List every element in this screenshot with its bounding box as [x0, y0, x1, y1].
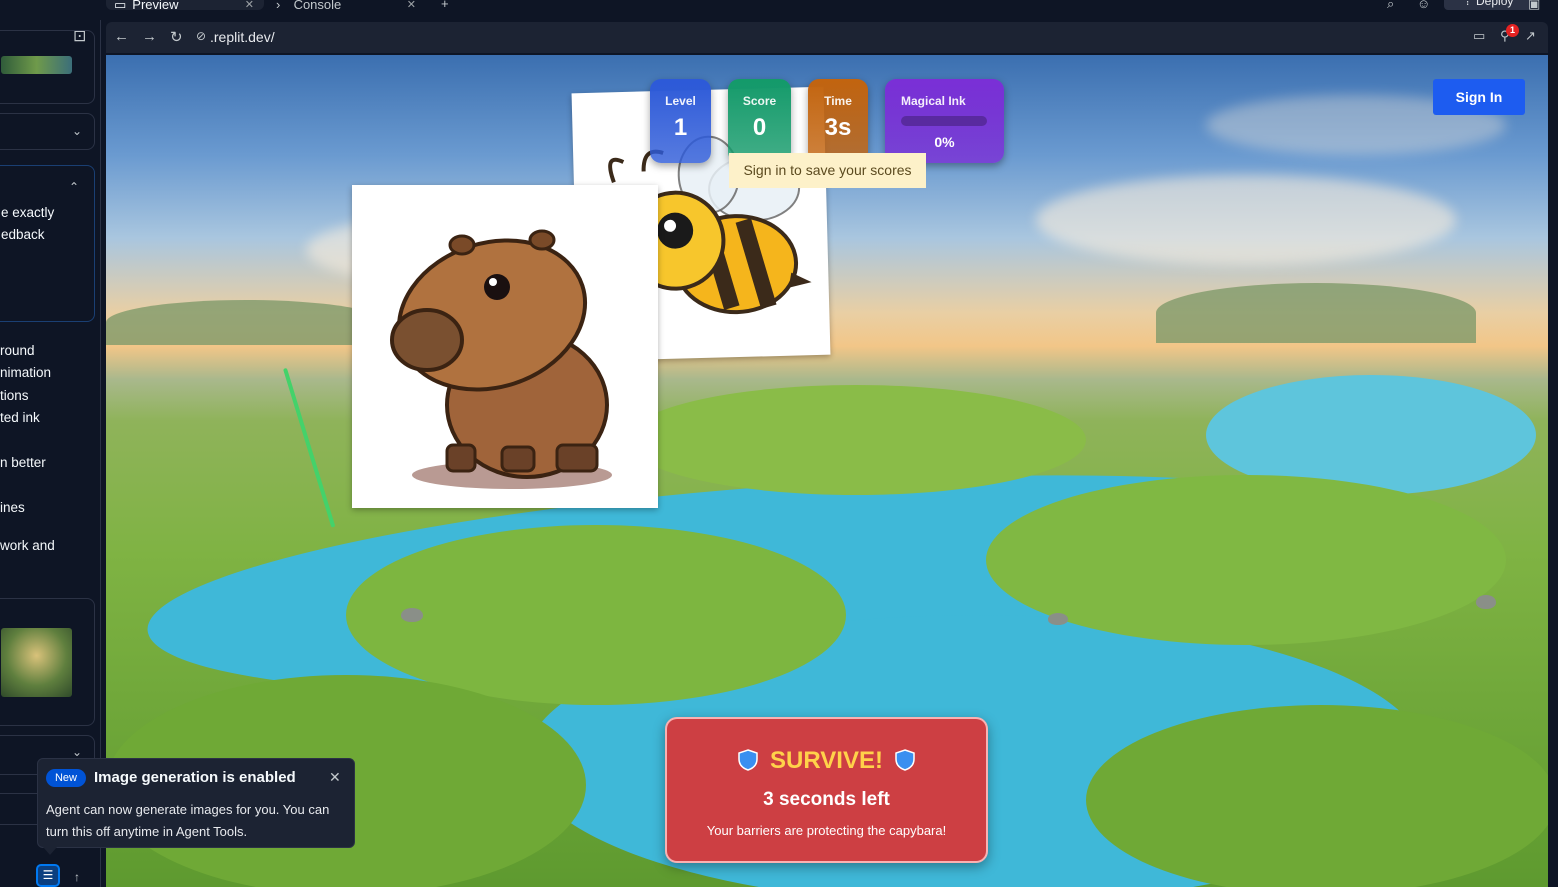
- expanded-section: ⌃ e exactly edback: [0, 165, 95, 322]
- capybara-illustration: [390, 229, 612, 489]
- chevron-up-icon[interactable]: ⌃: [69, 180, 79, 194]
- close-icon[interactable]: ✕: [329, 769, 341, 786]
- magical-ink-stat: Magical Ink 0%: [885, 79, 1004, 163]
- time-value: 3s: [824, 114, 852, 141]
- survive-title: SURVIVE!: [770, 747, 883, 774]
- plus-icon[interactable]: +: [441, 0, 449, 11]
- back-arrow-icon[interactable]: ←: [114, 28, 129, 45]
- collapsed-section[interactable]: ⌄: [0, 113, 95, 150]
- shield-icon: [738, 749, 758, 771]
- stone: [1476, 595, 1496, 609]
- preview-icon: ▭: [114, 0, 127, 10]
- link-icon: ⊘: [196, 29, 207, 43]
- sidebar-line: edback: [1, 227, 45, 242]
- toast-title: Image generation is enabled: [94, 769, 296, 786]
- sidebar-line: n better: [0, 455, 46, 470]
- top-tab-bar: ▭ Preview ✕ ›_ Console ✕ + ⌕ ☺ ⇡ Deploy …: [0, 0, 1558, 20]
- time-stat: Time 3s: [808, 79, 868, 163]
- new-badge: New: [46, 769, 86, 787]
- sign-in-button[interactable]: Sign In: [1433, 79, 1525, 115]
- sidebar-line: work and: [0, 538, 55, 553]
- time-label: Time: [824, 94, 852, 108]
- tab-label: Preview: [132, 0, 179, 10]
- ink-label: Magical Ink: [901, 94, 966, 108]
- tab-preview[interactable]: ▭ Preview ✕: [106, 0, 264, 10]
- capybara-card: [352, 185, 658, 508]
- image-generation-toast: New Image generation is enabled ✕ Agent …: [37, 758, 355, 848]
- notification-badge: 1: [1506, 24, 1519, 37]
- deploy-label: Deploy: [1476, 0, 1514, 8]
- agent-sidebar: ⊡ ⌄ ⌃ e exactly edback round nimation ti…: [0, 20, 101, 887]
- survive-title-row: SURVIVE!: [667, 747, 986, 775]
- game-thumbnail[interactable]: [1, 628, 72, 697]
- sign-in-tooltip: Sign in to save your scores: [729, 153, 926, 188]
- console-icon: ›_: [276, 0, 288, 10]
- hill: [106, 300, 386, 345]
- shield-icon: [895, 749, 915, 771]
- ink-value: 0%: [934, 134, 955, 150]
- hill: [1156, 283, 1476, 343]
- forward-arrow-icon[interactable]: →: [142, 28, 157, 45]
- sliders-icon: ☰: [42, 868, 54, 882]
- sidebar-line: ines: [0, 500, 25, 515]
- rocket-icon: ⇡: [1462, 0, 1473, 8]
- grass-island: [1086, 705, 1548, 887]
- toast-body: Agent can now generate images for you. Y…: [46, 802, 330, 839]
- message-card: [0, 30, 95, 104]
- chevron-down-icon[interactable]: ⌄: [72, 124, 82, 138]
- close-icon[interactable]: ✕: [407, 0, 416, 10]
- cloud: [1036, 175, 1456, 265]
- level-stat: Level 1: [650, 79, 711, 163]
- close-icon[interactable]: ✕: [245, 0, 254, 10]
- arrow-up-icon[interactable]: ↑: [74, 870, 80, 884]
- level-value: 1: [673, 114, 688, 141]
- sidebar-line: tions: [0, 388, 29, 403]
- sidebar-line: nimation: [0, 365, 52, 380]
- url-field[interactable]: .replit.dev/: [210, 29, 275, 45]
- tab-console[interactable]: ›_ Console ✕: [268, 0, 426, 10]
- stone: [401, 608, 423, 622]
- external-link-icon[interactable]: ↗: [1525, 28, 1536, 44]
- layout-icon[interactable]: ▣: [1528, 0, 1540, 12]
- score-label: Score: [742, 94, 777, 108]
- sidebar-line: e exactly: [1, 205, 55, 220]
- agent-tools-button[interactable]: ☰: [36, 864, 60, 887]
- sidebar-line: ted ink: [0, 410, 40, 425]
- score-stat: Score 0: [728, 79, 791, 163]
- chevron-down-icon[interactable]: ⌄: [72, 745, 82, 759]
- search-icon[interactable]: ⌕: [1387, 0, 1394, 12]
- stone: [1048, 613, 1068, 625]
- ink-progress-bar: [901, 116, 987, 126]
- survive-banner: SURVIVE! 3 seconds left Your barriers ar…: [665, 717, 988, 863]
- user-icon[interactable]: ☺: [1417, 0, 1430, 11]
- image-thumbnail[interactable]: [1, 56, 72, 74]
- score-value: 0: [752, 114, 767, 141]
- deploy-button[interactable]: ⇡ Deploy: [1444, 0, 1532, 10]
- preview-address-bar: ← → ↻ ⊘ .replit.dev/ ▭ ⚲ ↗: [106, 22, 1548, 53]
- seconds-left: 3 seconds left: [763, 789, 890, 810]
- grass-island: [626, 385, 1086, 495]
- image-card: [0, 598, 95, 726]
- sidebar-line: round: [0, 343, 35, 358]
- toast-pointer: [43, 847, 57, 855]
- tab-label: Console: [293, 0, 342, 10]
- barrier-note: Your barriers are protecting the capybar…: [706, 823, 947, 838]
- level-label: Level: [665, 94, 696, 108]
- devices-icon[interactable]: ▭: [1473, 28, 1485, 44]
- reload-icon[interactable]: ↻: [170, 28, 183, 46]
